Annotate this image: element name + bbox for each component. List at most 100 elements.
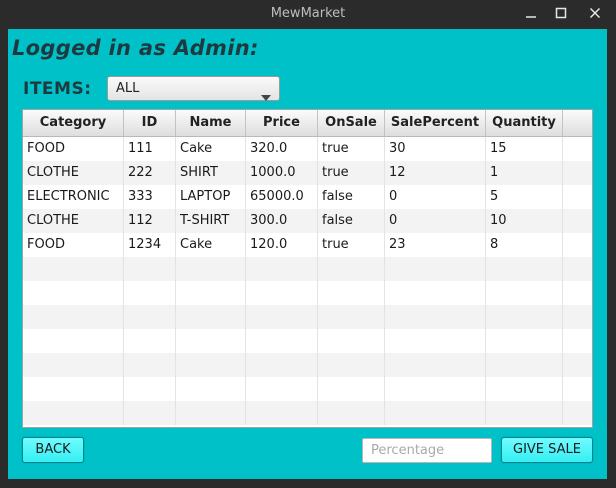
- table-cell: [486, 305, 563, 329]
- app-window: MewMarket Logged in as Admin: ITEMS: ALL…: [0, 0, 616, 488]
- table-cell: 1234: [124, 233, 176, 257]
- items-table[interactable]: Category ID Name Price OnSale SalePercent Quan…: [22, 109, 593, 428]
- back-button[interactable]: BACK: [22, 437, 84, 463]
- table-cell: CLOTHE: [23, 209, 124, 233]
- table-cell: [124, 281, 176, 305]
- table-cell-filler: [563, 209, 592, 233]
- table-cell: [246, 377, 318, 401]
- table-cell: [176, 281, 246, 305]
- table-cell: [246, 329, 318, 353]
- column-header[interactable]: Quantity: [486, 110, 563, 136]
- table-cell: [486, 281, 563, 305]
- table-cell: [124, 257, 176, 281]
- table-cell: FOOD: [23, 137, 124, 161]
- table-cell: [246, 401, 318, 425]
- table-cell: 23: [385, 233, 486, 257]
- chevron-down-icon: [261, 86, 271, 105]
- page-title: Logged in as Admin:: [12, 36, 259, 60]
- table-cell: SHIRT: [176, 161, 246, 185]
- table-cell: 333: [124, 185, 176, 209]
- table-row[interactable]: ELECTRONIC 333 LAPTOP 65000.0 false 0 5: [23, 185, 592, 209]
- table-cell: [486, 353, 563, 377]
- column-header[interactable]: Category: [23, 110, 124, 136]
- table-cell: [124, 377, 176, 401]
- empty-table-row[interactable]: [23, 353, 592, 377]
- title-bar: MewMarket: [0, 0, 616, 28]
- table-cell: false: [318, 185, 385, 209]
- table-cell: ELECTRONIC: [23, 185, 124, 209]
- table-cell: [23, 257, 124, 281]
- table-cell-filler: [563, 161, 592, 185]
- table-cell: [176, 305, 246, 329]
- give-sale-button[interactable]: GIVE SALE: [501, 437, 593, 463]
- table-row[interactable]: CLOTHE 222 SHIRT 1000.0 true 12 1: [23, 161, 592, 185]
- table-row[interactable]: CLOTHE 112 T-SHIRT 300.0 false 0 10: [23, 209, 592, 233]
- table-cell-filler: [563, 185, 592, 209]
- table-cell-filler: [563, 257, 592, 281]
- table-cell: false: [318, 209, 385, 233]
- table-cell: [486, 257, 563, 281]
- table-cell: 15: [486, 137, 563, 161]
- items-filter-dropdown[interactable]: ALL: [107, 76, 280, 101]
- empty-table-row[interactable]: [23, 257, 592, 281]
- table-cell: [176, 257, 246, 281]
- column-header[interactable]: SalePercent: [385, 110, 486, 136]
- table-cell: [318, 401, 385, 425]
- table-cell: CLOTHE: [23, 161, 124, 185]
- table-cell: [176, 377, 246, 401]
- column-header[interactable]: ID: [124, 110, 176, 136]
- table-cell: [23, 281, 124, 305]
- column-header[interactable]: OnSale: [318, 110, 385, 136]
- table-cell-filler: [563, 233, 592, 257]
- table-cell: 222: [124, 161, 176, 185]
- empty-table-row[interactable]: [23, 401, 592, 425]
- table-cell: [23, 305, 124, 329]
- table-cell: [318, 329, 385, 353]
- table-cell: 1000.0: [246, 161, 318, 185]
- table-cell: [246, 281, 318, 305]
- table-cell: [124, 329, 176, 353]
- table-cell: 112: [124, 209, 176, 233]
- empty-table-row[interactable]: [23, 377, 592, 401]
- table-cell: [318, 257, 385, 281]
- table-cell: [124, 353, 176, 377]
- table-cell: 10: [486, 209, 563, 233]
- table-cell: 300.0: [246, 209, 318, 233]
- table-cell: [23, 401, 124, 425]
- table-cell: [385, 257, 486, 281]
- close-icon[interactable]: [585, 4, 605, 24]
- table-cell: 111: [124, 137, 176, 161]
- table-cell-filler: [563, 137, 592, 161]
- table-cell: [176, 401, 246, 425]
- table-cell: 8: [486, 233, 563, 257]
- table-cell: [385, 401, 486, 425]
- percentage-input[interactable]: [362, 438, 492, 463]
- table-cell: [246, 353, 318, 377]
- table-cell: [23, 353, 124, 377]
- table-cell-filler: [563, 401, 592, 425]
- table-cell: true: [318, 161, 385, 185]
- table-cell: LAPTOP: [176, 185, 246, 209]
- empty-table-row[interactable]: [23, 281, 592, 305]
- table-row[interactable]: FOOD 1234 Cake 120.0 true 23 8: [23, 233, 592, 257]
- table-header: Category ID Name Price OnSale SalePercent Quan…: [23, 110, 592, 137]
- column-header[interactable]: Price: [246, 110, 318, 136]
- table-cell: [385, 377, 486, 401]
- table-cell: [124, 401, 176, 425]
- table-cell: true: [318, 137, 385, 161]
- empty-table-row[interactable]: [23, 305, 592, 329]
- table-cell: 5: [486, 185, 563, 209]
- maximize-icon[interactable]: [551, 4, 571, 24]
- table-cell: [318, 305, 385, 329]
- minimize-icon[interactable]: [521, 4, 541, 24]
- empty-table-row[interactable]: [23, 329, 592, 353]
- column-header-filler: [563, 110, 592, 136]
- table-cell: [385, 329, 486, 353]
- items-label: ITEMS:: [23, 79, 92, 99]
- table-row[interactable]: FOOD 111 Cake 320.0 true 30 15: [23, 137, 592, 161]
- column-header[interactable]: Name: [176, 110, 246, 136]
- main-panel: Logged in as Admin: ITEMS: ALL Category I…: [8, 29, 607, 479]
- table-cell-filler: [563, 377, 592, 401]
- items-filter-selected: ALL: [116, 81, 140, 96]
- table-cell: 65000.0: [246, 185, 318, 209]
